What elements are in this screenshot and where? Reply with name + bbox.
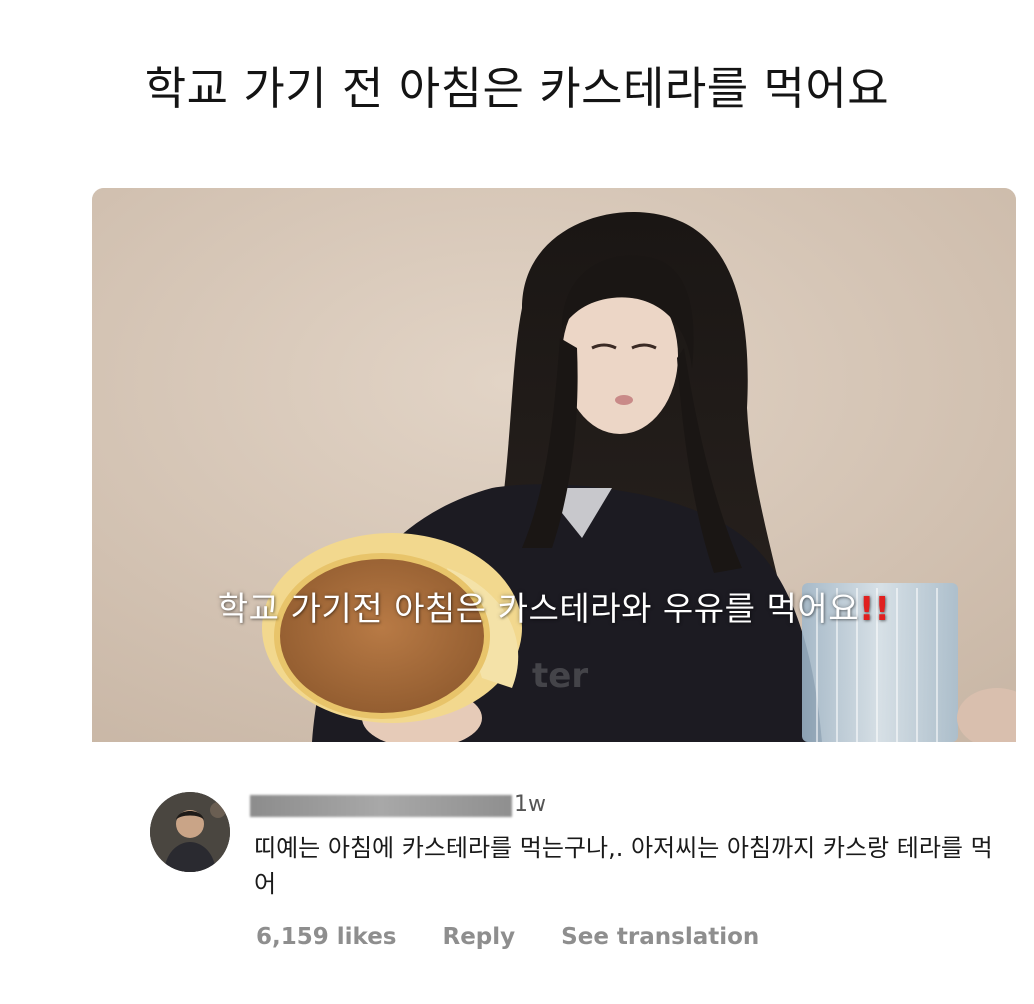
video-watermark: ter [532, 656, 589, 696]
likes-count[interactable]: 6,159 likes [256, 924, 397, 950]
reply-button[interactable]: Reply [443, 924, 516, 950]
comment-actions: 6,159 likes Reply See translation [256, 924, 759, 950]
see-translation-button[interactable]: See translation [561, 924, 759, 950]
avatar-photo-icon [150, 792, 230, 872]
comment: 1w 띠예는 아침에 카스테라를 먹는구나,. 아저씨는 아침까지 카스랑 테라… [150, 792, 1010, 972]
video-subtitle: 학교 가기전 아침은 카스테라와 우유를 먹어요!! [92, 582, 1016, 630]
video-frame[interactable]: 학교 가기전 아침은 카스테라와 우유를 먹어요!! ter [92, 188, 1016, 742]
subtitle-emphasis: !! [859, 589, 891, 628]
avatar[interactable] [150, 792, 230, 872]
post-headline: 학교 가기 전 아침은 카스테라를 먹어요 [144, 62, 890, 115]
subtitle-text: 학교 가기전 아침은 카스테라와 우유를 먹어요 [217, 589, 860, 628]
username-redacted[interactable] [250, 795, 512, 817]
comment-text: 띠예는 아침에 카스테라를 먹는구나,. 아저씨는 아침까지 카스랑 테라를 먹… [254, 834, 993, 898]
comment-timestamp: 1w [514, 792, 546, 817]
